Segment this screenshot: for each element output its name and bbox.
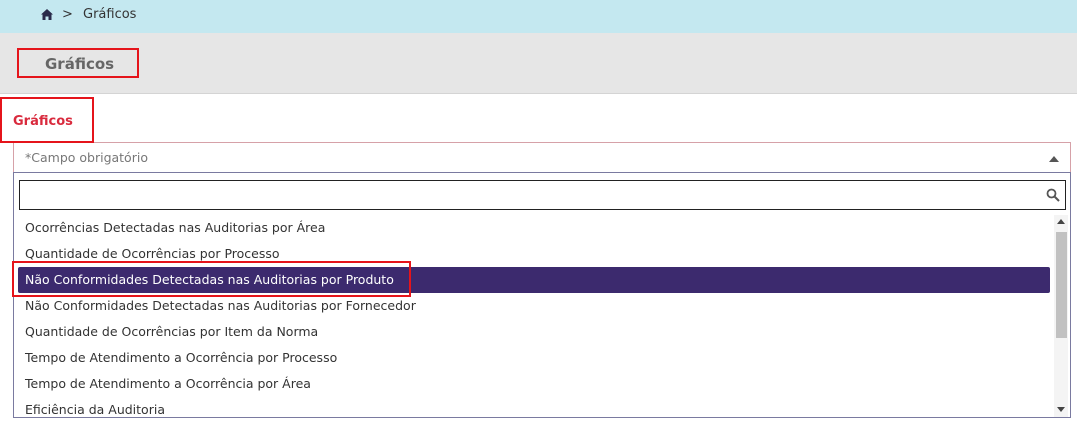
breadcrumb: > Gráficos — [0, 0, 1077, 33]
scrollbar[interactable] — [1054, 215, 1068, 417]
annotation-box-option — [12, 261, 411, 297]
home-icon[interactable] — [41, 9, 53, 20]
list-item[interactable]: Eficiência da Auditoria — [14, 397, 1050, 417]
list-item[interactable]: Tempo de Atendimento a Ocorrência por Pr… — [14, 345, 1050, 371]
page-header: Gráficos — [0, 33, 1077, 94]
options-list: Ocorrências Detectadas nas Auditorias po… — [14, 215, 1050, 417]
search-input[interactable] — [20, 181, 1052, 209]
scroll-thumb[interactable] — [1056, 232, 1067, 338]
list-item[interactable]: Ocorrências Detectadas nas Auditorias po… — [14, 215, 1050, 241]
list-item[interactable]: Quantidade de Ocorrências por Item da No… — [14, 319, 1050, 345]
select-placeholder: *Campo obrigatório — [25, 150, 148, 165]
scroll-down-icon[interactable] — [1057, 407, 1065, 412]
annotation-box-title — [17, 48, 139, 78]
scroll-up-icon[interactable] — [1057, 219, 1065, 224]
search-icon — [1046, 188, 1060, 202]
annotation-box-label — [0, 97, 94, 143]
list-item[interactable]: Tempo de Atendimento a Ocorrência por Ár… — [14, 371, 1050, 397]
dropdown-search — [19, 180, 1066, 210]
caret-up-icon[interactable] — [1049, 156, 1059, 162]
breadcrumb-separator: > — [62, 7, 73, 22]
chart-select[interactable]: *Campo obrigatório — [13, 142, 1071, 172]
breadcrumb-current: Gráficos — [83, 7, 137, 22]
